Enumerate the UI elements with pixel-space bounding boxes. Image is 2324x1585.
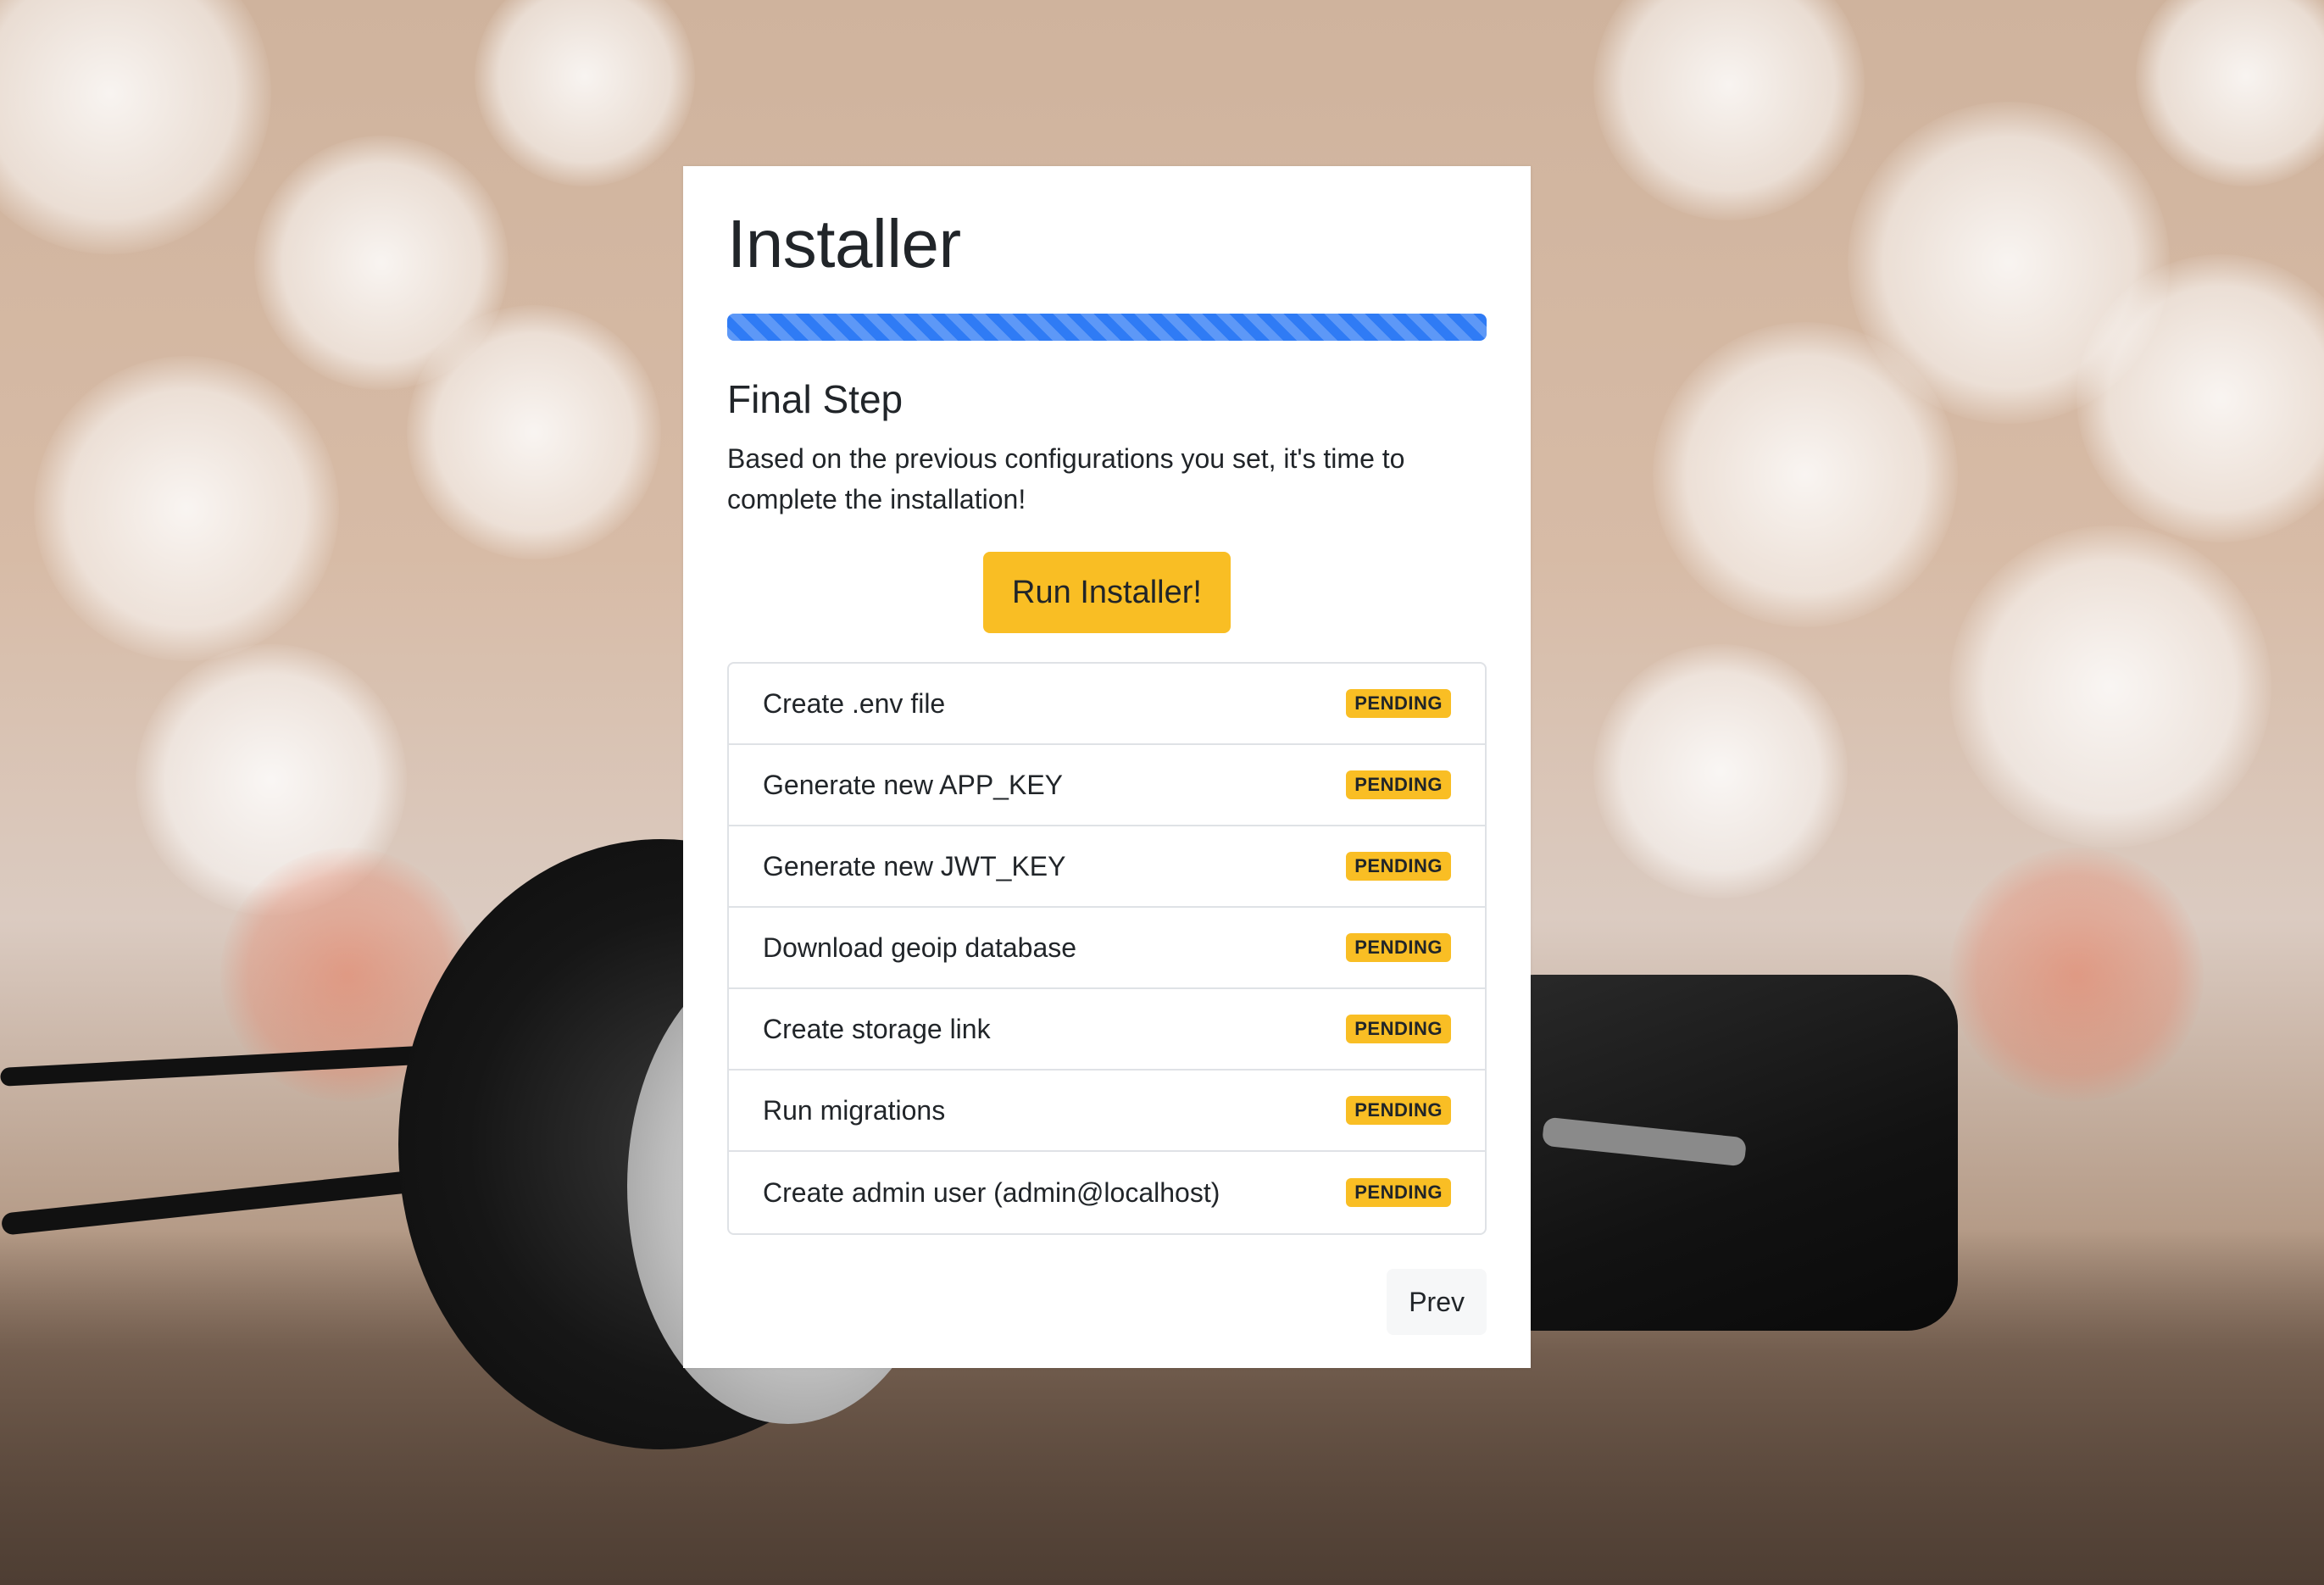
- status-badge: PENDING: [1346, 933, 1451, 963]
- status-badge: PENDING: [1346, 852, 1451, 881]
- progress-bar: [727, 314, 1487, 341]
- step-title: Final Step: [727, 377, 903, 421]
- task-label: Run migrations: [763, 1094, 946, 1126]
- task-label: Create admin user (admin@localhost): [763, 1176, 1220, 1208]
- task-label: Create storage link: [763, 1013, 991, 1044]
- status-badge: PENDING: [1346, 689, 1451, 719]
- status-badge: PENDING: [1346, 1178, 1451, 1208]
- status-badge: PENDING: [1346, 1015, 1451, 1044]
- task-label: Generate new APP_KEY: [763, 769, 1063, 800]
- run-installer-container: Run Installer!: [727, 552, 1487, 634]
- installer-card: Installer Final Step Based on the previo…: [683, 166, 1531, 1368]
- task-list: Create .env file PENDING Generate new AP…: [727, 662, 1487, 1236]
- task-row: Generate new APP_KEY PENDING: [729, 745, 1485, 827]
- page-title: Installer: [727, 206, 961, 281]
- step-description: Based on the previous configurations you…: [727, 443, 1405, 515]
- task-label: Generate new JWT_KEY: [763, 850, 1066, 881]
- card-footer: Prev: [727, 1269, 1487, 1336]
- task-label: Download geoip database: [763, 932, 1077, 963]
- task-row: Create admin user (admin@localhost) PEND…: [729, 1152, 1485, 1233]
- status-badge: PENDING: [1346, 1096, 1451, 1126]
- task-label: Create .env file: [763, 687, 946, 719]
- prev-button[interactable]: Prev: [1387, 1269, 1487, 1336]
- task-row: Run migrations PENDING: [729, 1071, 1485, 1153]
- run-installer-button[interactable]: Run Installer!: [983, 552, 1231, 634]
- task-row: Create .env file PENDING: [729, 664, 1485, 746]
- status-badge: PENDING: [1346, 770, 1451, 800]
- progress-bar-fill: [727, 314, 1487, 341]
- task-row: Generate new JWT_KEY PENDING: [729, 826, 1485, 909]
- task-row: Create storage link PENDING: [729, 989, 1485, 1071]
- task-row: Download geoip database PENDING: [729, 908, 1485, 990]
